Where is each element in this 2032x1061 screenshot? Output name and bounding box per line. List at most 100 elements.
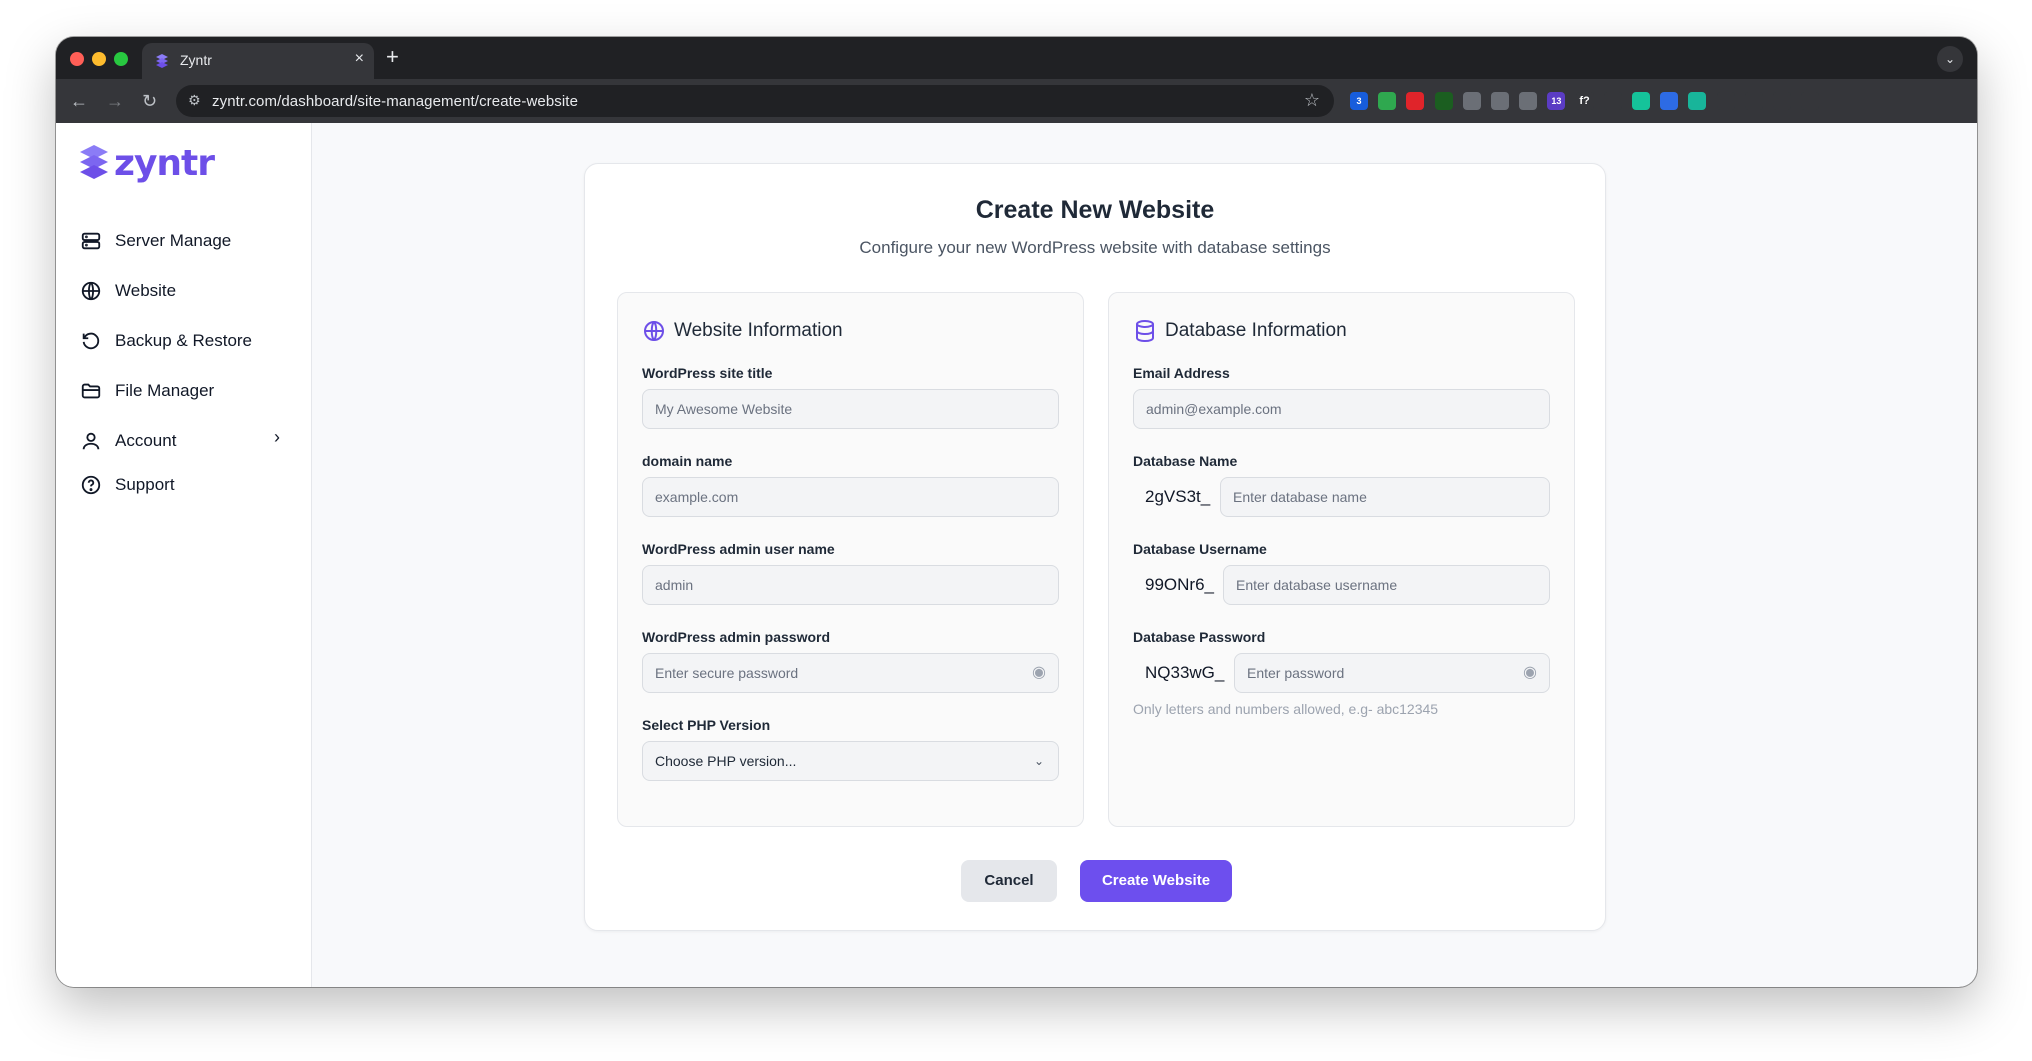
globe-icon bbox=[81, 281, 101, 301]
email-placeholder: admin@example.com bbox=[1146, 401, 1282, 417]
sidebar-item-backup-restore[interactable]: Backup & Restore bbox=[80, 325, 252, 357]
db-name-label: Database Name bbox=[1133, 453, 1238, 469]
more-icon[interactable] bbox=[1801, 92, 1820, 110]
maximize-window-button[interactable] bbox=[114, 52, 128, 66]
sidebar-item-server-manage[interactable]: Server Manage bbox=[80, 225, 231, 257]
eye-icon[interactable]: ◉ bbox=[1523, 654, 1537, 692]
gear-icon[interactable] bbox=[1462, 92, 1481, 110]
database-icon bbox=[1136, 320, 1154, 343]
forward-arrow-icon[interactable]: → bbox=[106, 90, 124, 112]
admin-password-input[interactable]: Enter secure password ◉ bbox=[642, 653, 1059, 693]
site-title-placeholder: My Awesome Website bbox=[655, 401, 793, 417]
new-tab-button[interactable]: + bbox=[386, 45, 399, 69]
db-user-prefix: 99ONr6_ bbox=[1145, 575, 1214, 594]
tab-close-icon[interactable]: × bbox=[355, 50, 364, 68]
app-icon[interactable] bbox=[1660, 92, 1679, 110]
database-information-panel: Database Information Email Address admin… bbox=[1108, 292, 1575, 827]
panel-heading: Database Information bbox=[1133, 319, 1347, 343]
slash-icon[interactable] bbox=[1603, 92, 1622, 110]
puzzle-icon[interactable] bbox=[1716, 92, 1735, 110]
cancel-button[interactable]: Cancel bbox=[961, 860, 1057, 902]
php-version-label: Select PHP Version bbox=[642, 717, 771, 733]
db-user-input[interactable]: Enter database username bbox=[1223, 565, 1550, 605]
db-password-hint: Only letters and numbers allowed, e.g- a… bbox=[1133, 701, 1439, 717]
brand-name: zyntr bbox=[114, 142, 215, 184]
grammarly-icon[interactable] bbox=[1632, 92, 1650, 110]
restore-icon bbox=[82, 332, 100, 350]
site-title-input[interactable]: My Awesome Website bbox=[642, 389, 1059, 429]
chevron-right-icon[interactable]: › bbox=[274, 427, 280, 448]
page-title: Create New Website bbox=[975, 196, 1215, 224]
sidebar-item-label: Support bbox=[115, 475, 175, 494]
panel-heading: Website Information bbox=[642, 319, 843, 343]
folder-icon bbox=[81, 383, 101, 399]
reload-icon[interactable]: ↻ bbox=[142, 90, 157, 112]
admin-user-label: WordPress admin user name bbox=[642, 541, 835, 557]
close-window-button[interactable] bbox=[70, 52, 84, 66]
app-body: zyntr Server Manage Website Backup & Res… bbox=[56, 123, 1977, 987]
admin-user-placeholder: admin bbox=[655, 577, 694, 593]
bookmark-star-icon[interactable]: ☆ bbox=[1304, 90, 1320, 111]
domain-input[interactable]: example.com bbox=[642, 477, 1059, 517]
chevron-down-icon: ⌄ bbox=[1033, 754, 1044, 768]
address-bar[interactable]: ⚙ zyntr.com/dashboard/site-management/cr… bbox=[176, 85, 1334, 117]
server-icon bbox=[81, 232, 101, 250]
sidebar-item-account[interactable]: Account bbox=[80, 425, 176, 457]
stripe-icon[interactable] bbox=[1434, 92, 1453, 110]
sidebar-item-website[interactable]: Website bbox=[80, 275, 176, 307]
db-user-label: Database Username bbox=[1133, 541, 1267, 557]
youtube-icon[interactable] bbox=[1406, 92, 1425, 110]
sidebar-item-label: Account bbox=[115, 431, 177, 450]
db-password-label: Database Password bbox=[1133, 629, 1266, 645]
browser-tab[interactable]: Zyntr × bbox=[142, 43, 374, 79]
profile-icon[interactable] bbox=[1773, 92, 1791, 110]
admin-user-input[interactable]: admin bbox=[642, 565, 1059, 605]
zyntr-logo-icon bbox=[80, 145, 108, 179]
user-icon bbox=[82, 432, 100, 450]
tab-search-button[interactable]: ⌄ bbox=[1937, 46, 1963, 72]
panel-heading-text: Website Information bbox=[674, 320, 843, 341]
formula-icon[interactable]: f? bbox=[1575, 92, 1594, 110]
create-website-button[interactable]: Create Website bbox=[1080, 860, 1232, 902]
panel-heading-text: Database Information bbox=[1165, 320, 1347, 341]
page-subtitle: Configure your new WordPress website wit… bbox=[859, 238, 1331, 257]
diamond-icon[interactable] bbox=[1491, 92, 1509, 110]
domain-placeholder: example.com bbox=[655, 489, 739, 505]
website-information-panel: Website Information WordPress site title… bbox=[617, 292, 1084, 827]
php-version-value: Choose PHP version... bbox=[655, 753, 797, 769]
domain-label: domain name bbox=[642, 453, 733, 469]
sidebar-item-support[interactable]: Support bbox=[80, 469, 175, 501]
admin-password-label: WordPress admin password bbox=[642, 629, 831, 645]
site-title-label: WordPress site title bbox=[642, 365, 773, 381]
compass-icon[interactable] bbox=[1519, 92, 1538, 110]
back-arrow-icon[interactable]: ← bbox=[70, 90, 88, 112]
email-label: Email Address bbox=[1133, 365, 1230, 381]
sidebar-item-label: Backup & Restore bbox=[115, 331, 253, 350]
email-input[interactable]: admin@example.com bbox=[1133, 389, 1550, 429]
db-password-input[interactable]: Enter password ◉ bbox=[1234, 653, 1550, 693]
shield-check-icon[interactable] bbox=[1688, 92, 1707, 110]
minimize-window-button[interactable] bbox=[92, 52, 106, 66]
sidebar-item-file-manager[interactable]: File Manager bbox=[80, 375, 214, 407]
badge-icon[interactable]: 13 bbox=[1547, 92, 1566, 110]
help-icon bbox=[81, 475, 101, 495]
db-password-placeholder: Enter password bbox=[1247, 665, 1345, 681]
playlist-icon[interactable] bbox=[1744, 92, 1763, 110]
eye-icon[interactable]: ◉ bbox=[1032, 654, 1046, 692]
browser-window: Zyntr × + ⌄ ← → ↻ ⚙ zyntr.com/dashboard/… bbox=[56, 37, 1977, 987]
tab-title: Zyntr bbox=[180, 52, 212, 68]
url-text[interactable]: zyntr.com/dashboard/site-management/crea… bbox=[212, 93, 578, 110]
php-version-select[interactable]: Choose PHP version... ⌄ bbox=[642, 741, 1059, 781]
sidebar-item-label: File Manager bbox=[115, 381, 215, 400]
db-user-placeholder: Enter database username bbox=[1236, 577, 1398, 593]
brand-logo[interactable]: zyntr bbox=[78, 141, 215, 185]
globe-icon bbox=[644, 321, 664, 341]
site-info-icon[interactable]: ⚙ bbox=[188, 92, 201, 109]
sidebar-item-label: Website bbox=[115, 281, 177, 300]
db-name-input[interactable]: Enter database name bbox=[1220, 477, 1550, 517]
tab-bar: Zyntr × + ⌄ bbox=[56, 37, 1977, 79]
db-name-placeholder: Enter database name bbox=[1233, 489, 1367, 505]
bitwarden-icon[interactable]: 3 bbox=[1350, 92, 1368, 110]
db-name-prefix: 2gVS3t_ bbox=[1145, 487, 1211, 506]
shield-icon[interactable] bbox=[1378, 92, 1397, 110]
